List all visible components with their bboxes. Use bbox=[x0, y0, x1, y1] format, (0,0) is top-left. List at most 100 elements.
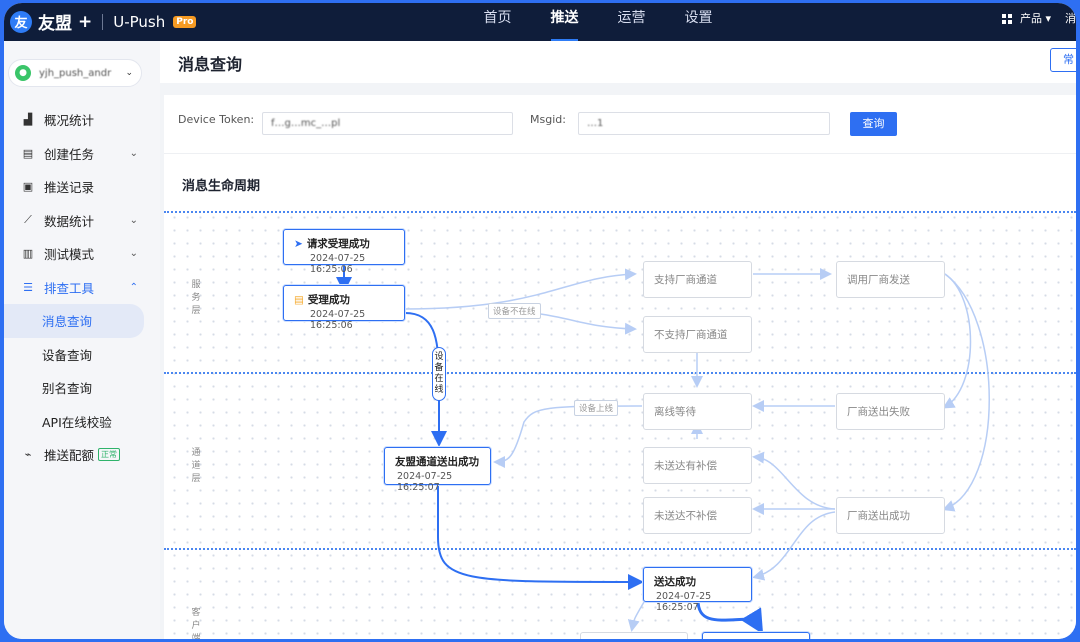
record-icon: ▣ bbox=[22, 180, 34, 194]
sidebar-item-push-records[interactable]: ▣ 推送记录 bbox=[4, 170, 160, 204]
edge-offline-channel bbox=[493, 405, 643, 468]
sidebar-item-label: 创建任务 bbox=[44, 146, 95, 162]
sidebar-item-create-task[interactable]: ▤ 创建任务 ⌄ bbox=[4, 137, 160, 171]
app-name: yjh_push_andr bbox=[39, 67, 112, 79]
product-menu-label: 产品 bbox=[1019, 12, 1042, 25]
stats-icon: ⟋ bbox=[24, 213, 32, 227]
node-channel-sent[interactable]: 友盟通道送出成功 2024-07-25 16:25:07 bbox=[384, 447, 491, 493]
task-icon: ▤ bbox=[22, 146, 34, 160]
signal-icon: ⌁ bbox=[24, 448, 32, 462]
device-token-value: f…g…mc_…pl bbox=[271, 118, 341, 129]
divider bbox=[164, 153, 1076, 154]
nav-operations[interactable]: 运营 bbox=[598, 3, 665, 41]
node-time: 2024-07-25 16:25:07 bbox=[397, 471, 453, 493]
node-time: 2024-07-25 16:25:07 bbox=[656, 591, 712, 613]
node-title: 友盟通道送出成功 bbox=[395, 456, 479, 468]
document-icon: ▤ bbox=[294, 293, 304, 306]
test-icon: ▥ bbox=[22, 247, 34, 261]
top-right-tools: 产品 ▾ 消 bbox=[1002, 3, 1076, 33]
node-request-accepted[interactable]: ➤ 请求受理成功 2024-07-25 16:25:06 bbox=[283, 229, 405, 275]
nav-home[interactable]: 首页 bbox=[464, 3, 531, 41]
edge-call-fail bbox=[942, 273, 972, 409]
sidebar-item-label: 推送配额 bbox=[44, 448, 95, 464]
nav-push[interactable]: 推送 bbox=[531, 3, 598, 42]
tools-icon: ☰ bbox=[23, 280, 33, 294]
edge-ok-comp bbox=[752, 451, 836, 510]
node-undelivered-not-compensated[interactable]: 未送达不补偿 bbox=[643, 497, 752, 534]
chevron-down-icon: ⌄ bbox=[129, 248, 138, 260]
sidebar-item-label: 测试模式 bbox=[44, 247, 95, 263]
edge-ok-delivered bbox=[752, 511, 836, 581]
sidebar-item-label: 排查工具 bbox=[44, 280, 95, 296]
brand-plus: + bbox=[78, 11, 93, 32]
message-menu[interactable]: 消 bbox=[1065, 10, 1076, 26]
main-nav: 首页 推送 运营 设置 bbox=[464, 3, 732, 42]
edge-label-device-offline: 设备不在线 bbox=[488, 303, 541, 319]
lifecycle-title: 消息生命周期 bbox=[182, 179, 261, 194]
pro-badge: Pro bbox=[173, 15, 197, 28]
page-title: 消息查询 bbox=[178, 55, 243, 74]
edge-label-device-online: 设备上线 bbox=[574, 400, 619, 416]
node-vendor-support[interactable]: 支持厂商通道 bbox=[643, 261, 752, 298]
sidebar-item-troubleshoot[interactable]: ☰ 排查工具 ⌃ bbox=[4, 271, 160, 305]
brand-name: 友盟 bbox=[38, 14, 72, 34]
device-token-label: Device Token: bbox=[178, 113, 255, 126]
node-client-partial-active[interactable] bbox=[702, 632, 810, 639]
query-button[interactable]: 查询 bbox=[850, 112, 897, 136]
node-time: 2024-07-25 16:25:06 bbox=[310, 253, 366, 275]
node-accepted[interactable]: ▤ 受理成功 2024-07-25 16:25:06 bbox=[283, 285, 405, 331]
sidebar-item-label: 数据统计 bbox=[44, 213, 95, 229]
sidebar-item-data-stats[interactable]: ⟋ 数据统计 ⌄ bbox=[4, 204, 160, 238]
sidebar-item-label: 概况统计 bbox=[44, 113, 95, 129]
sidebar-subitem-device-query[interactable]: 设备查询 bbox=[4, 338, 160, 372]
send-icon: ➤ bbox=[294, 237, 303, 250]
sidebar-item-label: 推送记录 bbox=[44, 180, 95, 196]
sidebar-subitem-message-query[interactable]: 消息查询 bbox=[4, 304, 144, 338]
sidebar-subitem-alias-query[interactable]: 别名查询 bbox=[4, 371, 160, 405]
chart-icon: ▟ bbox=[23, 113, 33, 127]
node-vendor-fail[interactable]: 厂商送出失败 bbox=[836, 393, 945, 430]
sidebar-item-push-quota[interactable]: ⌁ 推送配额 正常 bbox=[4, 438, 160, 472]
sidebar-menu: ▟ 概况统计 ▤ 创建任务 ⌄ ▣ 推送记录 ⟋ 数据统计 ⌄ ▥ 测试模式 ⌄ bbox=[4, 103, 160, 472]
app-window: 友 友盟 + U-Push Pro 首页 推送 运营 设置 产品 ▾ 消 ● y… bbox=[4, 3, 1076, 639]
chevron-up-icon: ⌃ bbox=[129, 281, 138, 293]
android-icon: ● bbox=[15, 65, 31, 81]
edge-delivered-down bbox=[627, 601, 645, 632]
node-delivered[interactable]: 送达成功 2024-07-25 16:25:07 bbox=[643, 567, 752, 613]
msgid-value: …1 bbox=[587, 118, 604, 129]
caret-down-icon: ▾ bbox=[1045, 12, 1051, 25]
apps-grid-icon bbox=[1002, 14, 1013, 24]
product-menu[interactable]: 产品 ▾ bbox=[1002, 10, 1051, 26]
node-vendor-ok[interactable]: 厂商送出成功 bbox=[836, 497, 945, 534]
node-title: 请求受理成功 bbox=[306, 238, 370, 250]
node-title: 送达成功 bbox=[654, 576, 696, 588]
nav-settings[interactable]: 设置 bbox=[665, 3, 732, 41]
sidebar: ● yjh_push_andr ⌄ ▟ 概况统计 ▤ 创建任务 ⌄ ▣ 推送记录… bbox=[4, 41, 160, 639]
app-selector[interactable]: ● yjh_push_andr ⌄ bbox=[8, 59, 142, 87]
chevron-down-icon: ⌄ bbox=[125, 68, 133, 78]
logo-divider bbox=[102, 13, 104, 30]
edge-label-device-online-vertical: 设备在线 bbox=[432, 347, 446, 401]
message-query-card: Device Token: f…g…mc_…pl Msgid: …1 查询 消息… bbox=[164, 95, 1076, 639]
device-token-input[interactable]: f…g…mc_…pl bbox=[262, 112, 513, 135]
sidebar-item-test-mode[interactable]: ▥ 测试模式 ⌄ bbox=[4, 237, 160, 271]
chevron-down-icon: ⌄ bbox=[129, 147, 138, 159]
node-vendor-call[interactable]: 调用厂商发送 bbox=[836, 261, 945, 298]
node-undelivered-compensated[interactable]: 未送达有补偿 bbox=[643, 447, 752, 484]
node-title: 受理成功 bbox=[307, 294, 350, 306]
sidebar-subitem-api-check[interactable]: API在线校验 bbox=[4, 405, 160, 439]
page-header: 消息查询 常 bbox=[160, 41, 1076, 83]
edge-channel-delivered bbox=[437, 486, 644, 590]
msgid-input[interactable]: …1 bbox=[578, 112, 830, 135]
top-navigation-bar: 友 友盟 + U-Push Pro 首页 推送 运营 设置 产品 ▾ 消 bbox=[4, 3, 1076, 42]
status-badge: 正常 bbox=[98, 448, 121, 462]
logo[interactable]: 友 友盟 + U-Push Pro bbox=[10, 9, 197, 34]
msgid-label: Msgid: bbox=[530, 113, 566, 126]
node-offline-wait[interactable]: 离线等待 bbox=[643, 393, 752, 430]
lifecycle-diagram: 服务层 通道层 客户端 设备不在线 设备上线 设 备 在 线 ➤ 请求受理成功 … bbox=[164, 207, 1076, 639]
umeng-logo-icon: 友 bbox=[10, 10, 32, 33]
sidebar-item-overview[interactable]: ▟ 概况统计 bbox=[4, 103, 160, 137]
node-vendor-no-support[interactable]: 不支持厂商通道 bbox=[643, 316, 752, 353]
node-client-partial[interactable] bbox=[580, 632, 688, 639]
header-right-button[interactable]: 常 bbox=[1050, 48, 1076, 72]
